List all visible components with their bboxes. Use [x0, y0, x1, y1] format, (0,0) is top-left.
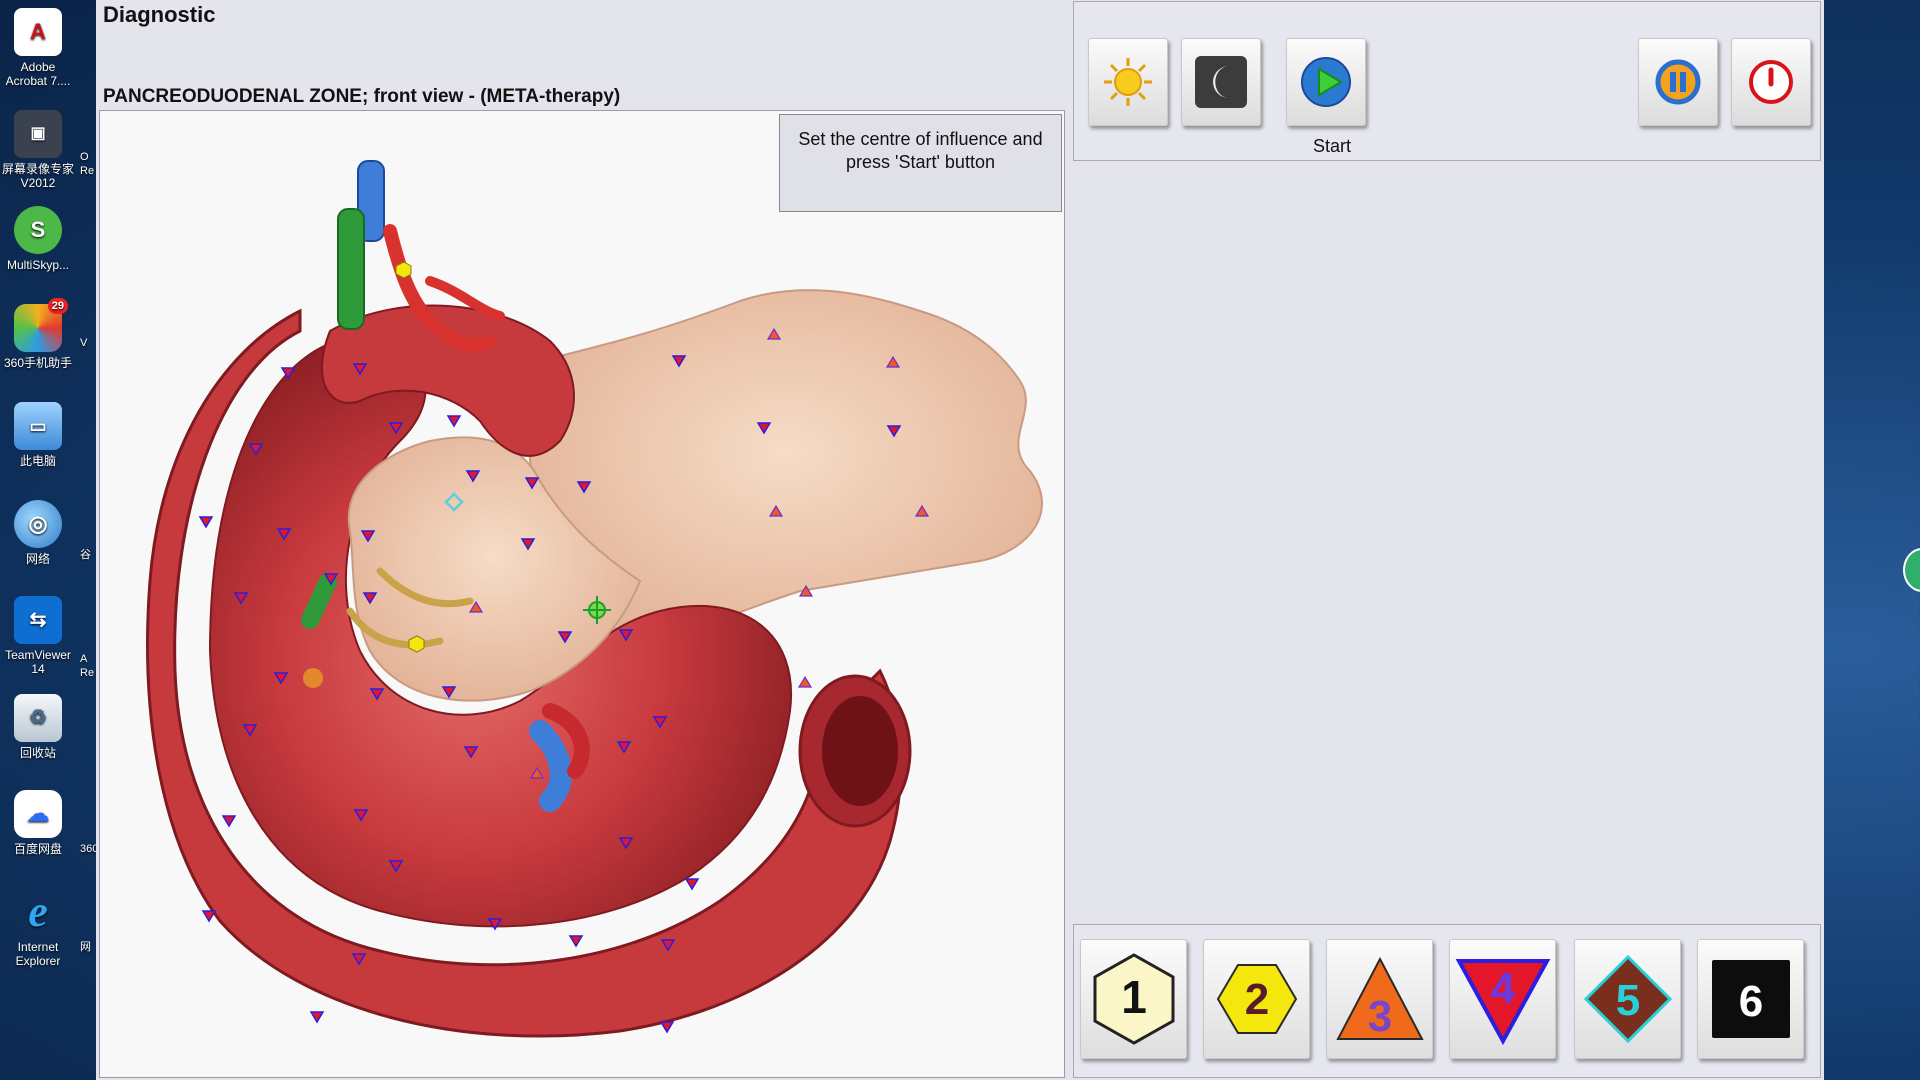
results-area [1073, 162, 1821, 922]
moon-icon [1195, 56, 1247, 108]
desktop-icon-teamviewer[interactable]: ⇆ TeamViewer 14 [0, 596, 76, 676]
desktop-icon-label: 360手机助手 [3, 356, 73, 370]
desktop-icon-internet-explorer[interactable]: e Internet Explorer [0, 887, 76, 969]
pancreoduodenal-illustration [146, 160, 1043, 1038]
desktop-icon-this-pc[interactable]: ▭ 此电脑 [0, 402, 76, 468]
desktop-icon-label: 网络 [25, 552, 50, 566]
level-5-button[interactable]: 5 [1574, 939, 1681, 1059]
level-4-label: 4 [1490, 964, 1515, 1013]
desktop-icon-network[interactable]: ◎ 网络 [0, 500, 76, 566]
instruction-hint: Set the centre of influence and press 'S… [779, 114, 1062, 212]
marker-triangle-down[interactable] [568, 935, 584, 948]
power-off-button[interactable] [1731, 38, 1811, 126]
play-icon [1301, 57, 1351, 107]
level-3-label: 3 [1367, 992, 1391, 1041]
desktop-icon-strip: A Adobe Acrobat 7.... ▣ 屏幕录像专家 V2012 S M… [0, 0, 96, 1080]
network-globe-icon: ◎ [14, 500, 62, 548]
start-button[interactable] [1286, 38, 1366, 126]
desktop-icon-recycle-bin[interactable]: ♻ 回收站 [0, 694, 76, 760]
pause-icon [1655, 59, 1701, 105]
desktop-icon-360-phone-assistant[interactable]: 29 360手机助手 [0, 298, 76, 370]
square-level-6-icon: 6 [1711, 960, 1790, 1038]
desktop-icon-label: MultiSkyp... [6, 258, 69, 272]
marker-triangle-up[interactable] [797, 675, 813, 688]
desktop-icon-multiskype[interactable]: S MultiSkyp... [0, 206, 76, 272]
computer-icon: ▭ [14, 402, 62, 450]
level-2-button[interactable]: 2 [1203, 939, 1310, 1059]
hexagon-level-2-icon: 2 [1216, 964, 1297, 1034]
bile-duct-top [337, 208, 365, 330]
desktop-icon-baidu-netdisk[interactable]: ☁ 百度网盘 [0, 790, 76, 856]
desktop-icon-label: Adobe Acrobat 7.... [5, 60, 71, 88]
level-6-label: 6 [1738, 977, 1762, 1026]
marker-triangle-down[interactable] [201, 910, 217, 923]
night-mode-button[interactable] [1181, 38, 1261, 126]
desktop-icon-label: Internet Explorer [15, 940, 61, 968]
marker-triangle-down[interactable] [198, 516, 214, 529]
level-6-button[interactable]: 6 [1697, 939, 1804, 1059]
marker-triangle-down[interactable] [221, 815, 237, 828]
marker-hexagon[interactable] [395, 261, 412, 279]
baidu-cloud-icon: ☁ [14, 790, 62, 838]
pause-button[interactable] [1638, 38, 1718, 126]
ie-icon: e [28, 887, 48, 936]
day-mode-button[interactable] [1088, 38, 1168, 126]
window-title: Diagnostic [103, 2, 216, 27]
zone-title: PANCREODUODENAL ZONE; front view - (META… [103, 86, 621, 107]
desktop-icon-label: 屏幕录像专家 V2012 [1, 162, 74, 190]
360-assistant-icon: 29 [14, 298, 68, 352]
diagnostic-window: Diagnostic PANCREODUODENAL ZONE; front v… [96, 0, 1824, 1080]
sun-icon [1104, 58, 1152, 106]
floating-edge-widget[interactable] [1903, 548, 1920, 592]
desktop-icon-label: 回收站 [19, 746, 56, 760]
acrobat-icon: A [14, 8, 62, 56]
recorder-icon: ▣ [14, 110, 62, 158]
level-4-button[interactable]: 4 [1449, 939, 1556, 1059]
teamviewer-icon: ⇆ [14, 596, 62, 644]
level-3-button[interactable]: 3 [1326, 939, 1433, 1059]
marker-triangle-down[interactable] [309, 1011, 325, 1024]
anatomy-canvas[interactable]: Set the centre of influence and press 'S… [99, 110, 1065, 1078]
marker-hexagon[interactable] [408, 635, 425, 653]
level-legend-panel: 1 2 3 4 5 6 [1073, 924, 1821, 1078]
peek-label: 360 [80, 843, 96, 855]
marker-triangle-down[interactable] [659, 1021, 675, 1034]
peek-label: A Re [80, 653, 95, 679]
peek-label: 谷 [80, 549, 91, 561]
triangle-down-level-4-icon: 4 [1455, 959, 1550, 1046]
marker-triangle-down[interactable] [684, 878, 700, 891]
desktop-icon-label: 此电脑 [19, 454, 56, 468]
skype-icon: S [14, 206, 62, 254]
triangle-up-level-3-icon: 3 [1335, 956, 1424, 1041]
peek-label: O Re [80, 151, 95, 177]
jejunum-lumen [822, 696, 898, 806]
recycle-bin-icon: ♻ [14, 694, 62, 742]
hexagon-level-1-icon: 1 [1093, 953, 1174, 1045]
marker-orange-glow [303, 668, 323, 688]
peek-label: 网 [80, 941, 91, 953]
toolbar-panel: Start [1073, 1, 1821, 161]
desktop-icon-adobe-acrobat[interactable]: A Adobe Acrobat 7.... [0, 8, 76, 88]
desktop-icon-label: TeamViewer 14 [5, 648, 71, 676]
diamond-level-5-icon: 5 [1583, 954, 1672, 1044]
desktop-icon-screen-recorder[interactable]: ▣ 屏幕录像专家 V2012 [0, 110, 76, 190]
level-1-label: 1 [1121, 971, 1147, 1023]
notification-badge: 29 [47, 298, 68, 314]
marker-triangle-down[interactable] [446, 415, 462, 428]
level-1-button[interactable]: 1 [1080, 939, 1187, 1059]
desktop-icon-label: 百度网盘 [13, 842, 62, 856]
power-icon [1749, 60, 1793, 104]
level-2-label: 2 [1244, 975, 1268, 1024]
peek-label: V [80, 337, 88, 349]
start-label: Start [1312, 136, 1351, 156]
level-5-label: 5 [1615, 976, 1639, 1025]
